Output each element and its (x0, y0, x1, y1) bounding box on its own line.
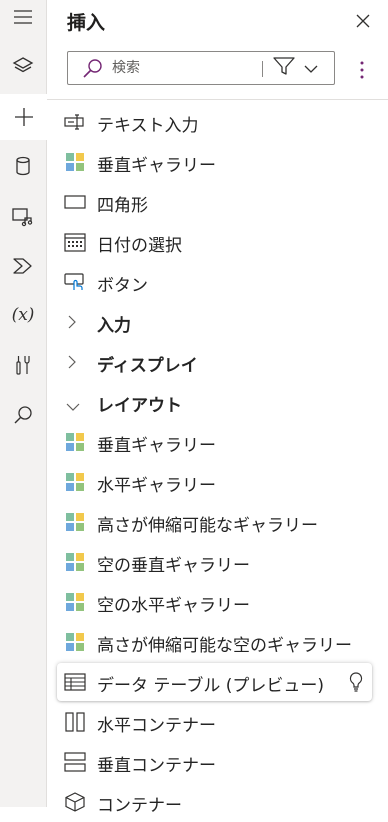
list-item-label: テキスト入力 (97, 116, 199, 136)
plus-icon[interactable] (0, 94, 47, 140)
gallery-icon (64, 552, 86, 572)
calendar-icon (64, 232, 86, 252)
group-layout[interactable]: レイアウト (47, 382, 388, 422)
hamburger-menu-icon[interactable] (0, 0, 46, 40)
list-item-label: データ テーブル (プレビュー) (97, 676, 325, 696)
list-item-label: 水平ギャラリー (97, 476, 216, 496)
header-divider (47, 99, 388, 100)
gallery-icon (64, 472, 86, 492)
list-item-label: コンテナー (97, 796, 182, 816)
list-item-label: 空の水平ギャラリー (97, 596, 250, 616)
list-item-button[interactable]: ボタン (47, 262, 388, 302)
list-item-vertical-gallery[interactable]: 垂直ギャラリー (47, 422, 388, 462)
list-item-flexible-height-gallery[interactable]: 高さが伸縮可能なギャラリー (47, 502, 388, 542)
variables-label: (x) (11, 305, 35, 325)
chevron-down-icon (65, 397, 81, 417)
list-item-label: 垂直ギャラリー (97, 156, 216, 176)
list-item-container[interactable]: コンテナー (47, 782, 388, 822)
list-item-label: 日付の選択 (97, 236, 182, 256)
text-input-icon (64, 112, 86, 132)
close-icon[interactable] (352, 10, 374, 32)
search-icon (82, 58, 104, 84)
chevron-down-icon (303, 59, 319, 78)
group-display[interactable]: ディスプレイ (47, 342, 388, 382)
gallery-icon (64, 432, 86, 452)
control-list: テキスト入力 垂直ギャラリー 四角形 日付の選択 ボタン 入力 ディスプレイ レ… (47, 102, 388, 822)
list-item-label: 高さが伸縮可能な空のギャラリー (97, 636, 352, 656)
list-item-blank-flexible-height-gallery[interactable]: 高さが伸縮可能な空のギャラリー (47, 622, 388, 662)
group-input[interactable]: 入力 (47, 302, 388, 342)
panel-title: 挿入 (67, 12, 106, 34)
list-item-label: 垂直ギャラリー (97, 436, 216, 456)
chevron-right-icon (67, 354, 77, 375)
search-icon[interactable] (0, 392, 46, 438)
gallery-icon (64, 592, 86, 612)
power-automate-icon[interactable] (0, 243, 46, 289)
group-label: ディスプレイ (97, 356, 198, 376)
list-item-vertical-container[interactable]: 垂直コンテナー (47, 742, 388, 782)
list-item-label: 垂直コンテナー (97, 756, 216, 776)
list-item-blank-vertical-gallery[interactable]: 空の垂直ギャラリー (47, 542, 388, 582)
button-icon (64, 272, 86, 292)
gallery-icon (64, 512, 86, 532)
tools-icon[interactable] (0, 342, 46, 388)
more-options-icon[interactable] (351, 55, 373, 85)
group-label: 入力 (97, 316, 131, 336)
layers-icon[interactable] (0, 43, 46, 89)
list-item-horizontal-gallery[interactable]: 水平ギャラリー (47, 462, 388, 502)
list-item-text-input[interactable]: テキスト入力 (47, 102, 388, 142)
search-divider (262, 61, 263, 77)
list-item-horizontal-container[interactable]: 水平コンテナー (47, 702, 388, 742)
list-item-label: 四角形 (97, 196, 148, 216)
media-icon[interactable] (0, 193, 46, 239)
insert-panel: 挿入 テキスト入力 (47, 0, 388, 816)
table-icon (64, 672, 86, 692)
list-item-date-picker[interactable]: 日付の選択 (47, 222, 388, 262)
lightbulb-icon[interactable] (349, 672, 363, 697)
filter-icon (271, 55, 297, 81)
list-item-label: 水平コンテナー (97, 716, 216, 736)
horizontal-container-icon (64, 712, 86, 732)
list-item-label: 高さが伸縮可能なギャラリー (97, 516, 318, 536)
gallery-icon (64, 632, 86, 652)
filter-button[interactable] (271, 57, 331, 79)
chevron-right-icon (67, 314, 77, 335)
search-input[interactable] (112, 58, 252, 78)
list-item-rectangle[interactable]: 四角形 (47, 182, 388, 222)
list-item-label: 空の垂直ギャラリー (97, 556, 250, 576)
gallery-icon (64, 152, 86, 172)
list-item-data-table[interactable]: データ テーブル (プレビュー) (57, 663, 372, 701)
left-rail: (x) (0, 0, 47, 807)
list-item-vertical-gallery[interactable]: 垂直ギャラリー (47, 142, 388, 182)
list-item-blank-horizontal-gallery[interactable]: 空の水平ギャラリー (47, 582, 388, 622)
group-label: レイアウト (97, 396, 182, 416)
list-item-label: ボタン (97, 276, 148, 296)
variables-icon[interactable]: (x) (0, 292, 46, 338)
vertical-container-icon (64, 752, 86, 772)
rectangle-icon (64, 192, 86, 212)
database-icon[interactable] (0, 143, 46, 189)
search-box (67, 51, 335, 85)
container-icon (64, 792, 86, 812)
